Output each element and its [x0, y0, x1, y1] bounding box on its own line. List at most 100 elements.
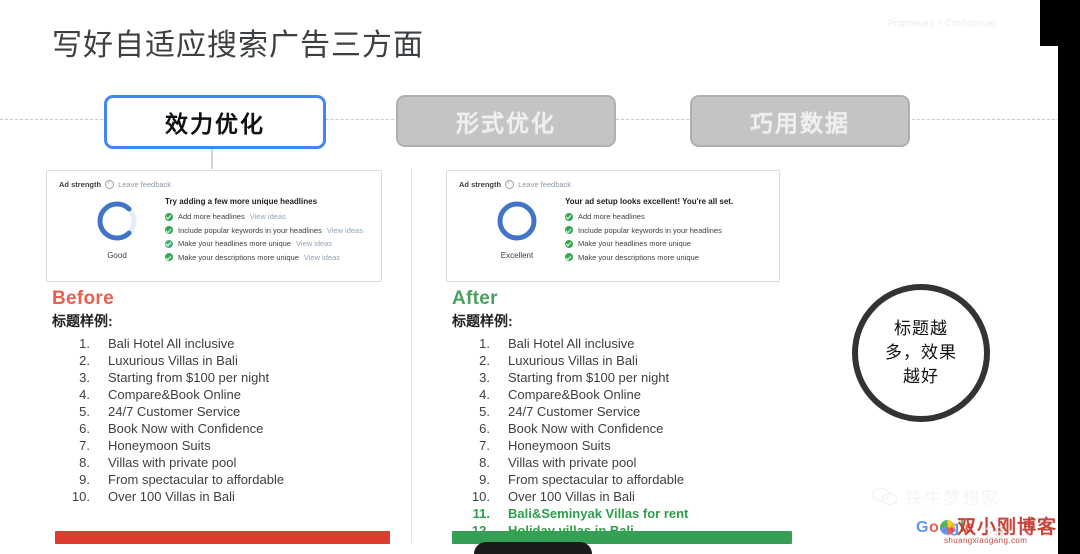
- ad-strength-header-before: Ad strength Leave feedback: [59, 180, 171, 189]
- list-item-number: 4.: [479, 387, 490, 402]
- list-item-text: Honeymoon Suits: [108, 438, 211, 453]
- callout-line-2: 多，效果: [885, 343, 957, 362]
- ad-strength-headline-before: Try adding a few more unique headlines: [165, 197, 318, 206]
- checklist-item: Add more headlines View ideas: [165, 212, 371, 221]
- list-item: 7. Honeymoon Suits: [52, 437, 392, 454]
- ad-strength-checklist-after: Your ad setup looks excellent! You're al…: [565, 197, 769, 266]
- page-number: 28: [985, 523, 1004, 542]
- view-ideas-link[interactable]: View ideas: [327, 226, 363, 235]
- list-item-number: 7.: [479, 438, 490, 453]
- list-item: 1. Bali Hotel All inclusive: [452, 335, 792, 352]
- view-ideas-link[interactable]: View ideas: [296, 239, 332, 248]
- wechat-account-name: 铁牛梦想家: [905, 489, 1000, 508]
- list-item-text: Book Now with Confidence: [108, 421, 264, 436]
- check-circle-icon: [565, 226, 573, 234]
- info-icon[interactable]: [105, 180, 115, 189]
- list-item-number: 6.: [479, 421, 490, 436]
- list-item-number: 5.: [79, 404, 90, 419]
- list-item-number: 3.: [479, 370, 490, 385]
- list-item-text: Villas with private pool: [508, 455, 637, 470]
- list-item: 9. From spectacular to affordable: [52, 471, 392, 488]
- list-item-text: Starting from $100 per night: [108, 370, 270, 385]
- step-chip-1[interactable]: 效力优化: [104, 95, 326, 149]
- checklist-item: Include popular keywords in your headlin…: [565, 226, 769, 235]
- list-item-number: 6.: [79, 421, 90, 436]
- list-item-number: 5.: [479, 404, 490, 419]
- list-item-text: Honeymoon Suits: [508, 438, 611, 453]
- leave-feedback-link-after[interactable]: Leave feedback: [518, 180, 571, 189]
- list-item-number: 10.: [71, 489, 90, 504]
- checklist-item-text: Make your descriptions more unique: [178, 252, 299, 262]
- confidential-notice: Proprietary + Confidential: [887, 18, 995, 28]
- list-item-number: 2.: [79, 353, 90, 368]
- check-circle-icon: [565, 253, 573, 261]
- list-item: 10. Over 100 Villas in Bali: [52, 488, 392, 505]
- ad-strength-gauge-after: Excellent: [481, 199, 553, 260]
- list-item-number: 10.: [471, 489, 490, 504]
- checklist-item-text: Make your headlines more unique: [578, 239, 691, 248]
- checklist-item: Make your headlines more unique View ide…: [165, 239, 371, 248]
- list-item: 2. Luxurious Villas in Bali: [452, 352, 792, 369]
- list-item-number: 11.: [472, 506, 490, 521]
- list-item-text: Over 100 Villas in Bali: [508, 489, 635, 504]
- checklist-item-text: Add more headlines: [578, 212, 645, 221]
- list-item: 4. Compare&Book Online: [452, 386, 792, 403]
- checklist-item-text: Make your descriptions more unique: [578, 252, 699, 262]
- gauge-svg-icon: [97, 201, 137, 241]
- checklist-item: Make your descriptions more unique: [565, 253, 769, 262]
- list-item-text: 24/7 Customer Service: [508, 404, 641, 419]
- slide-canvas: Proprietary + Confidential 写好自适应搜索广告三方面 …: [0, 0, 1080, 554]
- list-item-number: 7.: [79, 438, 90, 453]
- list-item-number: 8.: [79, 455, 90, 470]
- before-subheading: 标题样例:: [52, 313, 113, 329]
- list-item-text: Compare&Book Online: [108, 387, 241, 402]
- callout-line-1: 标题越: [894, 319, 948, 338]
- ad-strength-checklist-before: Try adding a few more unique headlines A…: [165, 197, 371, 266]
- ad-strength-headline-after: Your ad setup looks excellent! You're al…: [565, 197, 734, 206]
- blog-logo-icon: [940, 520, 955, 535]
- callout-circle: 标题越 多，效果 越好: [852, 284, 990, 422]
- step-chip-2[interactable]: 形式优化: [396, 95, 616, 147]
- list-item-number: 8.: [479, 455, 490, 470]
- callout-line-3: 越好: [903, 367, 939, 386]
- info-icon[interactable]: [505, 180, 515, 189]
- list-item-text: Bali Hotel All inclusive: [108, 336, 235, 351]
- blog-watermark-name: 双小刚博客: [957, 517, 1058, 538]
- callout-text: 标题越 多，效果 越好: [885, 317, 957, 389]
- step-chip-1-label: 效力优化: [165, 111, 265, 137]
- ad-strength-score-before: Good: [107, 251, 127, 260]
- list-item-text: From spectacular to affordable: [508, 472, 685, 487]
- check-circle-icon: [165, 239, 173, 248]
- before-accent-bar: [55, 531, 390, 544]
- right-edge-strip: [1058, 0, 1080, 554]
- list-item: 8. Villas with private pool: [52, 454, 392, 471]
- after-column: After 标题样例: 1. Bali Hotel All inclusive 2…: [452, 288, 792, 539]
- list-item: 6. Book Now with Confidence: [452, 420, 792, 437]
- list-item: 5. 24/7 Customer Service: [52, 403, 392, 420]
- leave-feedback-link-before[interactable]: Leave feedback: [118, 180, 171, 189]
- page-title: 写好自适应搜索广告三方面: [52, 29, 424, 62]
- step-chip-2-label: 形式优化: [456, 110, 556, 136]
- checklist-item-text: Make your headlines more unique: [178, 239, 291, 248]
- before-column: Before 标题样例: 1. Bali Hotel All inclusive …: [52, 288, 392, 505]
- list-item-number: 3.: [79, 370, 90, 385]
- check-circle-icon: [565, 212, 573, 221]
- bottom-black-shape: [474, 542, 592, 554]
- after-headline-list: 1. Bali Hotel All inclusive 2. Luxurious V…: [452, 335, 792, 539]
- checklist-item: Make your descriptions more unique View …: [165, 253, 371, 262]
- ad-strength-label-before: Ad strength: [59, 180, 102, 189]
- view-ideas-link[interactable]: View ideas: [304, 253, 340, 262]
- before-heading: Before: [52, 288, 114, 309]
- list-item: 3. Starting from $100 per night: [452, 369, 792, 386]
- list-item-text: 24/7 Customer Service: [108, 404, 241, 419]
- list-item-number: 9.: [79, 472, 90, 487]
- view-ideas-link[interactable]: View ideas: [250, 212, 286, 221]
- ad-strength-card-after: Ad strength Leave feedback Excellent You…: [446, 170, 780, 282]
- list-item-number: 1.: [79, 336, 90, 351]
- check-circle-icon: [165, 226, 173, 234]
- list-item: 1. Bali Hotel All inclusive: [52, 335, 392, 352]
- step-chip-3[interactable]: 巧用数据: [690, 95, 910, 147]
- gauge-ring-after: [495, 199, 539, 243]
- checklist-item-text: Include popular keywords in your headlin…: [578, 225, 722, 235]
- ad-strength-header-after: Ad strength Leave feedback: [459, 180, 571, 189]
